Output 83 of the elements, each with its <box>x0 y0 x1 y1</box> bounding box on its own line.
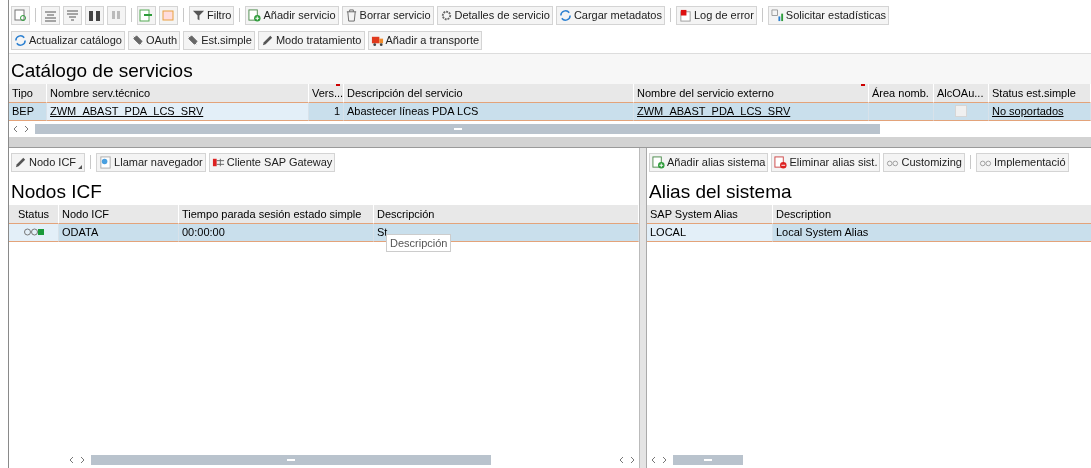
column-header[interactable]: AlcOAu... <box>934 84 989 103</box>
toolbar-button[interactable]: Nodo ICF <box>11 152 86 172</box>
pencil-icon <box>260 33 274 47</box>
chevron-right-icon[interactable] <box>630 456 635 464</box>
gear-icon <box>439 8 453 22</box>
toolbar-button[interactable]: Modo tratamiento <box>257 30 365 50</box>
column-header[interactable]: Nodo ICF <box>59 205 179 224</box>
table-cell: ZWM_ABAST_PDA_LCS_SRV <box>47 103 309 121</box>
chevron-right-icon[interactable] <box>662 456 667 464</box>
table-cell: ODATA <box>59 224 179 242</box>
toolbar-button[interactable]: Cargar metadatos <box>555 5 665 25</box>
table-cell: No soportados <box>989 103 1091 121</box>
column-header[interactable]: Área nomb. <box>869 84 934 103</box>
status-lights-icon <box>23 228 44 236</box>
scrollbar-thumb[interactable] <box>91 455 491 465</box>
layout-icon[interactable] <box>159 5 178 25</box>
toolbar-button[interactable]: Borrar servicio <box>341 5 434 25</box>
panel-title: Alias del sistema <box>648 180 793 204</box>
scrollbar-thumb[interactable] <box>673 455 743 465</box>
table-cell: 1 <box>309 103 344 121</box>
toolbar-button[interactable]: Añadir servicio <box>245 5 339 25</box>
column-header[interactable]: Tipo <box>9 84 47 103</box>
toolbar-button[interactable]: Eliminar alias sist. <box>771 152 881 172</box>
splitter-handle[interactable] <box>640 148 647 468</box>
toolbar-button[interactable]: Detalles de servicio <box>436 5 553 25</box>
toolbar-button[interactable]: Log de error <box>675 5 757 25</box>
chart-icon <box>770 8 784 22</box>
log-icon <box>678 8 692 22</box>
add-icon <box>248 8 262 22</box>
checkbox[interactable] <box>955 105 967 117</box>
remove-icon <box>774 155 788 169</box>
table-cell: St <box>377 226 388 238</box>
column-header[interactable]: SAP System Alias <box>647 205 773 224</box>
chevron-right-icon[interactable] <box>80 456 85 464</box>
tooltip: Descripción <box>386 234 452 252</box>
filter-icon <box>192 8 205 22</box>
toolbar-button[interactable]: Solicitar estadísticas <box>767 5 890 25</box>
export-icon[interactable] <box>137 5 156 25</box>
panel-title: Catálogo de servicios <box>10 59 194 83</box>
globe-icon <box>99 155 113 169</box>
column-header[interactable]: Descripción <box>374 205 639 224</box>
column-header[interactable]: Status est.simple <box>989 84 1091 103</box>
scrollbar-thumb[interactable] <box>35 124 880 134</box>
toolbar-button[interactable]: OAuth <box>127 30 181 50</box>
chevron-right-icon[interactable] <box>24 125 29 133</box>
toolbar-button[interactable]: Implementació <box>976 152 1069 172</box>
toolbar-button[interactable]: Cliente SAP Gateway <box>208 152 336 172</box>
chevron-left-icon[interactable] <box>13 125 18 133</box>
column-header[interactable]: Nombre del servicio externo <box>634 84 869 103</box>
table-cell: 00:00:00 <box>179 224 374 242</box>
toolbar-button[interactable]: Filtro <box>189 5 235 25</box>
table-cell: BEP <box>9 103 47 121</box>
column-header[interactable]: Vers... <box>309 84 344 103</box>
trash-icon <box>344 8 358 22</box>
refresh-icon <box>14 33 27 47</box>
splitter-handle[interactable] <box>9 137 1091 148</box>
scrollbar-grip-icon <box>287 459 295 461</box>
scrollbar-grip-icon <box>453 128 462 130</box>
sort-ascending-icon[interactable] <box>41 5 60 25</box>
chevron-left-icon[interactable] <box>651 456 656 464</box>
column-header[interactable]: Tiempo parada sesión estado simple <box>179 205 374 224</box>
table-cell: ZWM_ABAST_PDA_LCS_SRV <box>634 103 869 121</box>
column-header[interactable]: Description <box>773 205 1091 224</box>
toolbar-button[interactable]: Llamar navegador <box>96 152 206 172</box>
scrollbar-grip-icon <box>704 459 712 461</box>
chevron-left-icon[interactable] <box>619 456 624 464</box>
table-cell: Abastecer líneas PDA LCS <box>344 103 634 121</box>
column-header[interactable]: Status <box>9 205 59 224</box>
column-header[interactable]: Nombre serv.técnico <box>47 84 309 103</box>
refresh-icon <box>558 8 572 22</box>
add-icon <box>652 155 665 169</box>
toolbar-button[interactable]: Añadir alias sistema <box>649 152 769 172</box>
toolbar-button[interactable]: Añadir a transporte <box>367 30 483 50</box>
table-cell: LOCAL <box>647 224 773 242</box>
toolbar-button[interactable]: Est.simple <box>183 30 255 50</box>
column-header[interactable]: Descripción del servicio <box>344 84 634 103</box>
select-layout-icon[interactable] <box>11 5 30 25</box>
chevron-left-icon[interactable] <box>69 456 74 464</box>
panel-title: Nodos ICF <box>10 180 103 204</box>
pencil-icon <box>14 155 27 169</box>
table-cell: Local System Alias <box>773 224 1091 242</box>
toolbar-button[interactable]: Customizing <box>883 152 965 172</box>
toolbar-button[interactable]: Actualizar catálogo <box>11 30 125 50</box>
